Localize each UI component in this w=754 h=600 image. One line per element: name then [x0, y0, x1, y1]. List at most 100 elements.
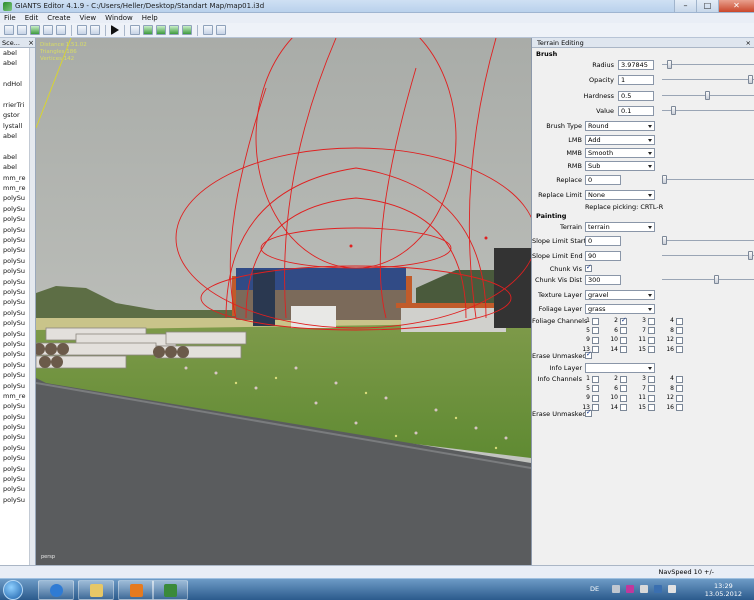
channel-checkbox[interactable]	[592, 327, 599, 334]
channel-checkbox[interactable]	[592, 346, 599, 353]
tray-icon[interactable]	[640, 585, 648, 593]
channel-checkbox[interactable]	[620, 327, 627, 334]
channel-checkbox[interactable]	[648, 346, 655, 353]
chunk-vis-dist-slider[interactable]	[662, 275, 754, 284]
slope-start-slider[interactable]	[662, 236, 754, 245]
channel-checkbox[interactable]	[676, 375, 683, 383]
slope-start-input[interactable]: 0	[585, 236, 621, 246]
slope-end-slider-knob[interactable]	[748, 251, 753, 260]
menu-edit[interactable]: Edit	[25, 13, 39, 23]
channel-checkbox[interactable]	[592, 394, 599, 402]
channel-checkbox[interactable]	[620, 394, 627, 402]
panel-close-button[interactable]: ×	[746, 38, 751, 48]
channel-checkbox[interactable]	[592, 404, 599, 411]
menu-file[interactable]: File	[4, 13, 16, 23]
channel-checkbox[interactable]	[648, 336, 655, 344]
foliage-icon[interactable]	[169, 25, 179, 35]
onenote-icon[interactable]	[626, 585, 634, 593]
network-icon[interactable]	[654, 585, 662, 593]
undo-icon[interactable]	[77, 25, 87, 35]
brush-type-select[interactable]: Round	[585, 121, 655, 131]
radius-slider-knob[interactable]	[667, 60, 673, 69]
open-file-icon[interactable]	[17, 25, 27, 35]
viewport-3d[interactable]: Distance 1.51.02 Triangles 186 Vertices …	[36, 38, 531, 565]
channel-checkbox[interactable]	[676, 346, 683, 353]
redo-icon[interactable]	[90, 25, 100, 35]
terrain-select[interactable]: terrain	[585, 222, 655, 232]
hardness-slider-knob[interactable]	[705, 91, 710, 100]
value-slider[interactable]	[662, 106, 754, 115]
taskbar-explorer[interactable]	[78, 580, 114, 600]
channel-checkbox[interactable]	[592, 336, 599, 344]
erase-unmasked2-checkbox[interactable]	[585, 408, 592, 417]
channel-checkbox[interactable]	[620, 346, 627, 353]
channel-checkbox[interactable]	[592, 317, 599, 325]
channel-checkbox[interactable]	[676, 385, 683, 392]
rmb-select[interactable]: Sub	[585, 161, 655, 171]
replace-limit-select[interactable]: None	[585, 190, 655, 200]
scenegraph-scrollbar[interactable]	[29, 48, 35, 565]
minimize-button[interactable]: –	[674, 0, 696, 12]
terrain-raise-icon[interactable]	[143, 25, 153, 35]
opacity-slider[interactable]	[662, 75, 754, 84]
channel-checkbox[interactable]	[648, 404, 655, 411]
mmb-select[interactable]: Smooth	[585, 148, 655, 158]
opacity-input[interactable]: 1	[618, 75, 654, 85]
channel-checkbox[interactable]	[648, 394, 655, 402]
channel-checkbox[interactable]	[592, 375, 599, 383]
slope-end-slider[interactable]	[662, 251, 754, 260]
menu-help[interactable]: Help	[142, 13, 158, 23]
channel-checkbox[interactable]	[676, 336, 683, 344]
channel-checkbox[interactable]	[676, 317, 683, 325]
navigation-icon[interactable]	[216, 25, 226, 35]
slope-end-input[interactable]: 90	[585, 251, 621, 261]
settings-icon[interactable]	[203, 25, 213, 35]
replace-slider-knob[interactable]	[662, 175, 667, 184]
channel-checkbox[interactable]	[676, 394, 683, 402]
foliage-layer-select[interactable]: grass	[585, 304, 655, 314]
radius-input[interactable]: 3.97845	[618, 60, 654, 70]
maximize-button[interactable]: □	[696, 0, 718, 12]
channel-checkbox[interactable]	[648, 327, 655, 334]
taskbar-ie[interactable]	[38, 580, 74, 600]
chunk-vis-dist-input[interactable]: 300	[585, 275, 621, 285]
value-input[interactable]: 0.1	[618, 106, 654, 116]
scenegraph-close-button[interactable]: ×	[28, 38, 34, 48]
channel-checkbox[interactable]	[676, 404, 683, 411]
new-file-icon[interactable]	[4, 25, 14, 35]
save-as-icon[interactable]	[56, 25, 66, 35]
channel-checkbox[interactable]	[620, 336, 627, 344]
clock[interactable]: 13:29 13.05.2012	[705, 582, 742, 598]
texture-icon[interactable]	[182, 25, 192, 35]
channel-checkbox[interactable]	[648, 317, 655, 325]
reload-icon[interactable]	[43, 25, 53, 35]
replace-input[interactable]: 0	[585, 175, 621, 185]
channel-checkbox[interactable]	[676, 327, 683, 334]
channel-checkbox[interactable]	[592, 385, 599, 392]
channel-checkbox[interactable]	[620, 385, 627, 392]
close-button[interactable]: ✕	[718, 0, 754, 12]
channel-checkbox[interactable]	[620, 404, 627, 411]
channel-checkbox[interactable]	[620, 316, 627, 325]
value-slider-knob[interactable]	[670, 106, 676, 115]
chunk-vis-dist-slider-knob[interactable]	[713, 275, 719, 284]
terrain-paint-icon[interactable]	[156, 25, 166, 35]
menu-view[interactable]: View	[80, 13, 97, 23]
channel-checkbox[interactable]	[648, 375, 655, 383]
channel-checkbox[interactable]	[620, 375, 627, 383]
language-indicator[interactable]: DE	[590, 585, 599, 593]
hardness-input[interactable]: 0.5	[618, 91, 654, 101]
opacity-slider-knob[interactable]	[748, 75, 753, 84]
channel-checkbox[interactable]	[648, 385, 655, 392]
tray-icon[interactable]	[612, 585, 620, 593]
taskbar-giants[interactable]	[152, 580, 188, 600]
select-icon[interactable]	[130, 25, 140, 35]
texture-layer-select[interactable]: gravel	[585, 290, 655, 300]
start-button[interactable]	[3, 580, 23, 600]
save-icon[interactable]	[30, 25, 40, 35]
chunk-vis-checkbox[interactable]	[585, 263, 592, 272]
slope-start-slider-knob[interactable]	[662, 236, 667, 245]
radius-slider[interactable]	[662, 60, 754, 69]
erase-unmasked-checkbox[interactable]	[585, 350, 592, 359]
menu-window[interactable]: Window	[105, 13, 133, 23]
